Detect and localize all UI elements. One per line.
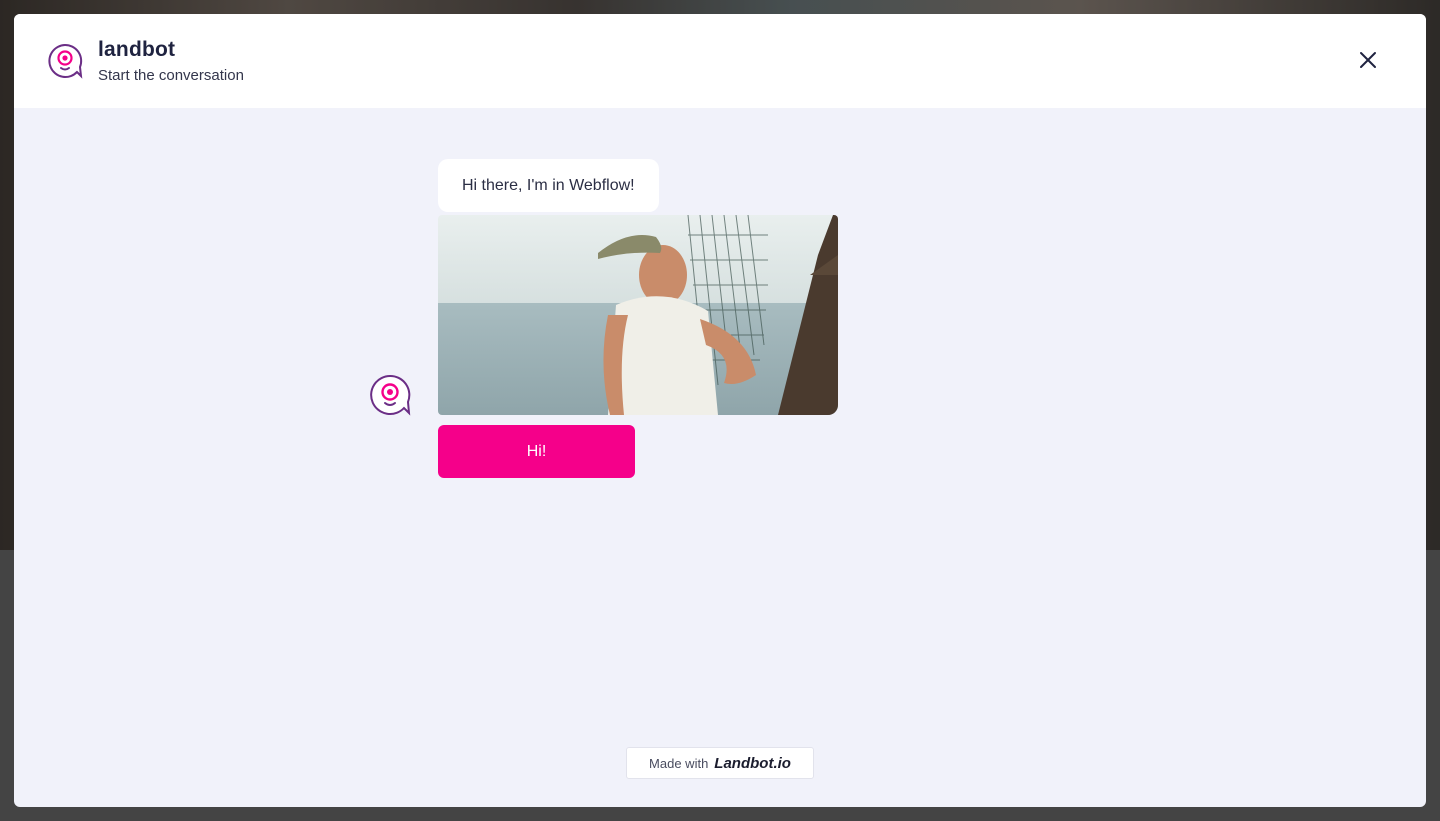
landbot-avatar-icon bbox=[370, 374, 411, 416]
close-icon[interactable] bbox=[1356, 48, 1380, 72]
reply-button-hi[interactable]: Hi! bbox=[438, 425, 635, 478]
chat-modal: landbot Start the conversation Hi there,… bbox=[14, 14, 1426, 807]
made-with-badge[interactable]: Made with Landbot.io bbox=[626, 747, 814, 779]
made-with-label: Made with bbox=[649, 755, 709, 771]
chat-header: landbot Start the conversation bbox=[14, 14, 1426, 108]
bot-message-bubble: Hi there, I'm in Webflow! bbox=[438, 159, 659, 212]
landbot-logo-icon bbox=[48, 43, 83, 79]
header-subtitle: Start the conversation bbox=[98, 67, 244, 84]
bot-message-gif bbox=[438, 215, 838, 415]
brand-name: landbot bbox=[98, 38, 176, 61]
made-with-brand: Landbot.io bbox=[714, 754, 791, 772]
